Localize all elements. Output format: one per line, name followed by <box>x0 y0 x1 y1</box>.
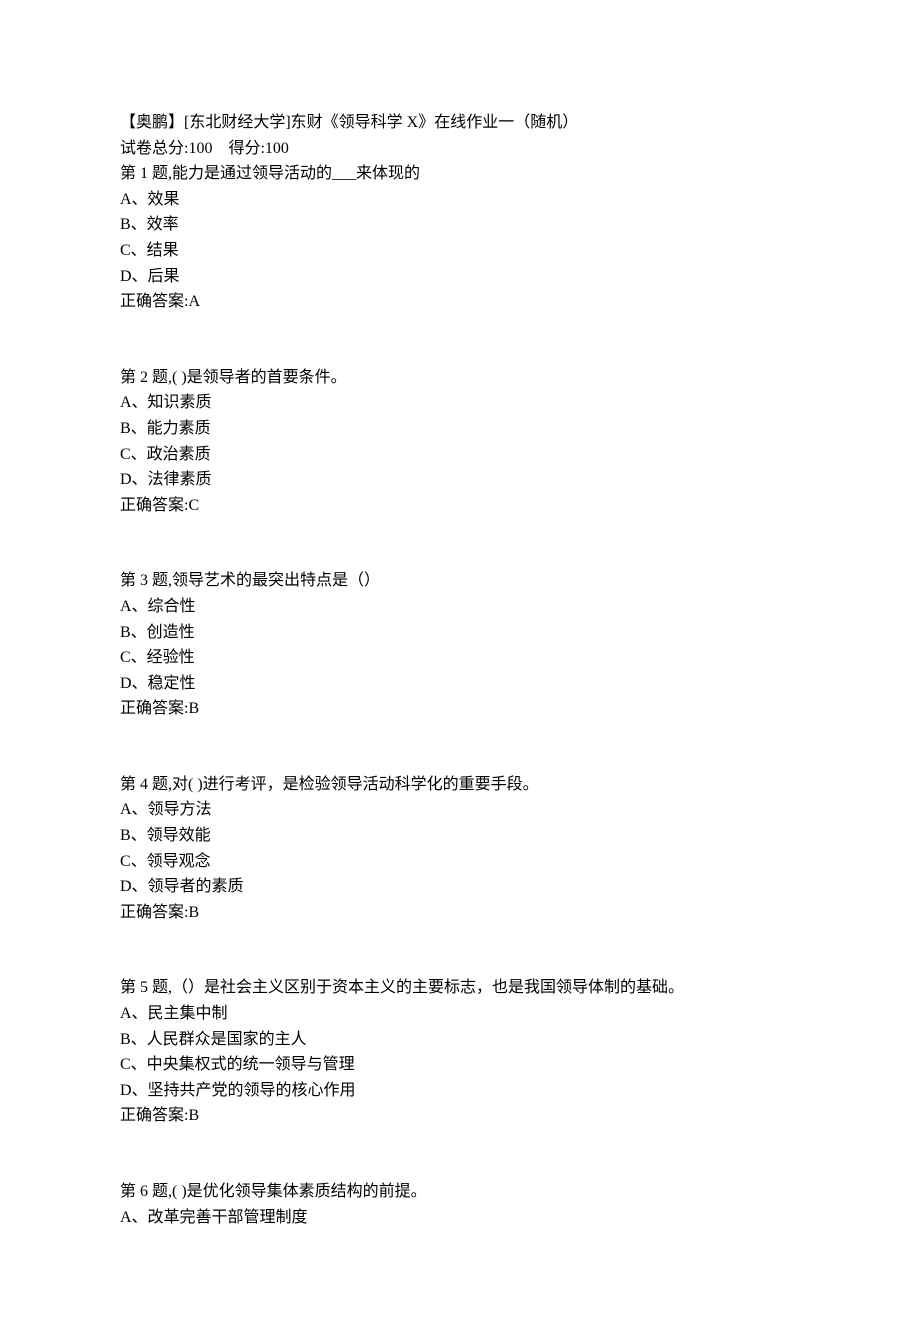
question-stem: 第 4 题,对( )进行考评，是检验领导活动科学化的重要手段。 <box>120 772 800 798</box>
question-option: B、人民群众是国家的主人 <box>120 1027 800 1053</box>
question-stem: 第 1 题,能力是通过领导活动的___来体现的 <box>120 161 800 187</box>
document-title: 【奥鹏】[东北财经大学]东财《领导科学 X》在线作业一（随机） <box>120 110 800 136</box>
question-option: D、后果 <box>120 264 800 290</box>
question-stem: 第 5 题,（）是社会主义区别于资本主义的主要标志，也是我国领导体制的基础。 <box>120 975 800 1001</box>
question-answer: 正确答案:B <box>120 900 800 926</box>
question-answer: 正确答案:B <box>120 696 800 722</box>
question-option: C、政治素质 <box>120 442 800 468</box>
question-option: B、效率 <box>120 212 800 238</box>
question-option: D、稳定性 <box>120 671 800 697</box>
question-answer: 正确答案:A <box>120 289 800 315</box>
question-option: B、能力素质 <box>120 416 800 442</box>
question-option: A、改革完善干部管理制度 <box>120 1205 800 1231</box>
question-option: A、综合性 <box>120 594 800 620</box>
question-block: 第 2 题,( )是领导者的首要条件。 A、知识素质 B、能力素质 C、政治素质… <box>120 365 800 519</box>
question-block: 第 3 题,领导艺术的最突出特点是（） A、综合性 B、创造性 C、经验性 D、… <box>120 568 800 722</box>
question-option: C、经验性 <box>120 645 800 671</box>
question-option: D、坚持共产党的领导的核心作用 <box>120 1078 800 1104</box>
question-block: 第 6 题,( )是优化领导集体素质结构的前提。 A、改革完善干部管理制度 <box>120 1179 800 1230</box>
question-option: D、法律素质 <box>120 467 800 493</box>
question-stem: 第 3 题,领导艺术的最突出特点是（） <box>120 568 800 594</box>
question-option: D、领导者的素质 <box>120 874 800 900</box>
question-option: C、结果 <box>120 238 800 264</box>
question-stem: 第 6 题,( )是优化领导集体素质结构的前提。 <box>120 1179 800 1205</box>
question-option: C、领导观念 <box>120 849 800 875</box>
question-answer: 正确答案:B <box>120 1103 800 1129</box>
question-option: A、领导方法 <box>120 797 800 823</box>
document-header: 【奥鹏】[东北财经大学]东财《领导科学 X》在线作业一（随机） 试卷总分:100… <box>120 110 800 315</box>
question-option: B、领导效能 <box>120 823 800 849</box>
question-block: 第 5 题,（）是社会主义区别于资本主义的主要标志，也是我国领导体制的基础。 A… <box>120 975 800 1129</box>
question-option: A、效果 <box>120 187 800 213</box>
question-option: C、中央集权式的统一领导与管理 <box>120 1052 800 1078</box>
question-stem: 第 2 题,( )是领导者的首要条件。 <box>120 365 800 391</box>
score-line: 试卷总分:100 得分:100 <box>120 136 800 162</box>
question-answer: 正确答案:C <box>120 493 800 519</box>
question-option: A、知识素质 <box>120 390 800 416</box>
question-block: 第 4 题,对( )进行考评，是检验领导活动科学化的重要手段。 A、领导方法 B… <box>120 772 800 926</box>
question-option: B、创造性 <box>120 620 800 646</box>
question-option: A、民主集中制 <box>120 1001 800 1027</box>
